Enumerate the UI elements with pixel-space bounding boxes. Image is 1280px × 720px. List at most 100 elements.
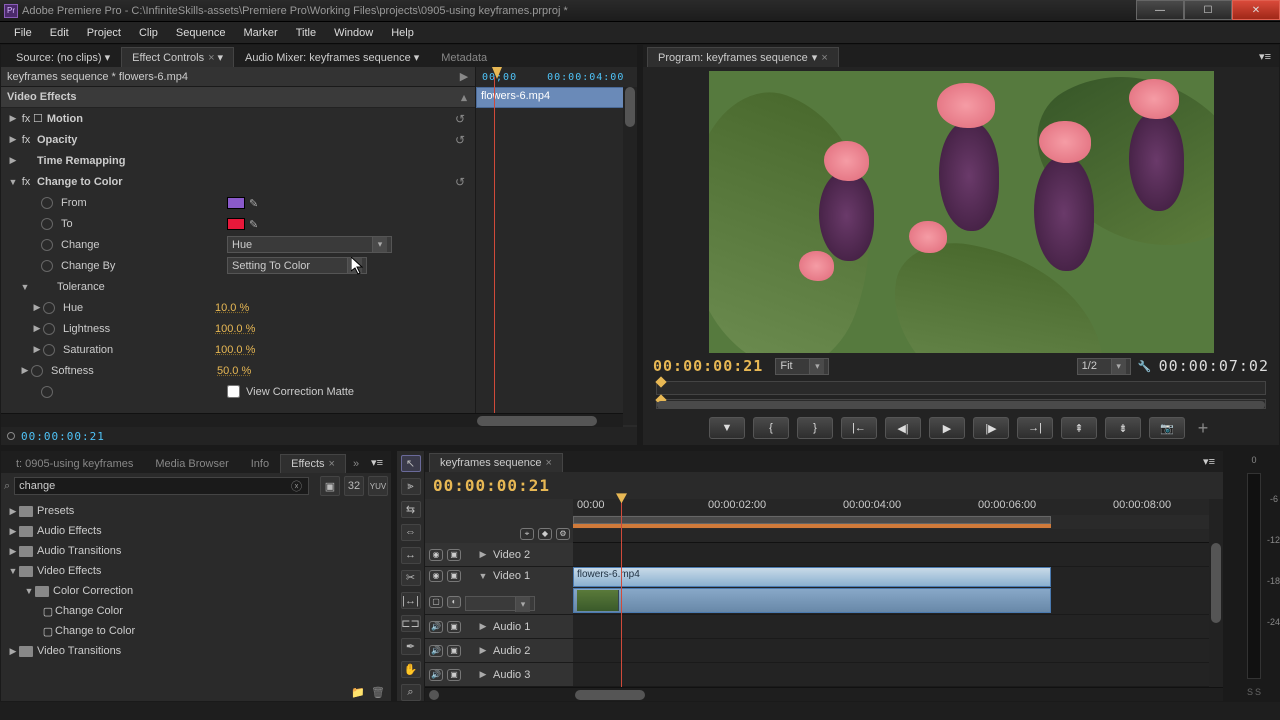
- timeline-scroll-h[interactable]: [425, 687, 1223, 701]
- fx-opacity[interactable]: ▶fxOpacity↺: [1, 129, 475, 150]
- hand-tool[interactable]: ✋: [401, 661, 421, 678]
- slide-tool[interactable]: ⊏⊐: [401, 615, 421, 632]
- clear-search-icon[interactable]: ⓧ: [291, 478, 302, 494]
- effect-change-color[interactable]: ▢Change Color: [1, 601, 391, 621]
- reset-icon[interactable]: ↺: [455, 175, 469, 189]
- timeline-tracks[interactable]: 00:00 00:00:02:00 00:00:04:00 00:00:06:0…: [573, 499, 1223, 687]
- maximize-button[interactable]: ☐: [1184, 0, 1232, 20]
- speaker-icon[interactable]: 🔊: [429, 645, 443, 657]
- speaker-icon[interactable]: 🔊: [429, 621, 443, 633]
- set-out-button[interactable]: }: [797, 417, 833, 439]
- wrench-icon[interactable]: 🔧: [1137, 360, 1153, 373]
- fx-badge-icon[interactable]: ▣: [320, 476, 340, 496]
- sync-icon[interactable]: [7, 432, 15, 440]
- tab-source[interactable]: Source: (no clips)▾: [5, 47, 121, 67]
- track-header-video1[interactable]: ◉▣▼Video 1 ▢◐: [425, 567, 573, 615]
- toggle-anim-icon[interactable]: [41, 239, 53, 251]
- panel-menu-icon[interactable]: ▾≡: [1255, 46, 1275, 67]
- yuv-icon[interactable]: YUV: [368, 476, 388, 496]
- toggle-anim-icon[interactable]: [31, 365, 43, 377]
- effects-search-input[interactable]: [14, 477, 309, 495]
- collapse-icon[interactable]: ▴: [459, 91, 469, 104]
- param-tolerance[interactable]: ▼Tolerance: [1, 276, 475, 297]
- tab-effect-controls[interactable]: Effect Controls×▾: [121, 47, 234, 67]
- menu-file[interactable]: File: [6, 25, 40, 41]
- toggle-anim-icon[interactable]: [41, 386, 53, 398]
- toggle-anim-icon[interactable]: [43, 344, 55, 356]
- tab-overflow-icon[interactable]: »: [346, 454, 366, 473]
- panel-menu-icon[interactable]: ▾≡: [1199, 451, 1219, 472]
- add-button-icon[interactable]: +: [1193, 418, 1213, 439]
- tab-info[interactable]: Info: [240, 454, 280, 473]
- export-frame-button[interactable]: 📷: [1149, 417, 1185, 439]
- program-ruler[interactable]: [656, 381, 1267, 395]
- marker-icon[interactable]: ◆: [538, 528, 552, 540]
- menu-edit[interactable]: Edit: [42, 25, 77, 41]
- rolling-tool[interactable]: ⇔: [401, 524, 421, 541]
- from-color-swatch[interactable]: [227, 197, 245, 209]
- toggle-anim-icon[interactable]: [43, 302, 55, 314]
- to-color-swatch[interactable]: [227, 218, 245, 230]
- tab-program[interactable]: Program: keyframes sequence▾×: [647, 47, 839, 67]
- timeline-playhead[interactable]: [621, 499, 622, 687]
- menu-marker[interactable]: Marker: [235, 25, 285, 41]
- lane-audio2[interactable]: [573, 639, 1223, 663]
- track-select-tool[interactable]: ⫸: [401, 478, 421, 495]
- set-in-button[interactable]: {: [753, 417, 789, 439]
- reset-icon[interactable]: ↺: [455, 133, 469, 147]
- program-tc-left[interactable]: 00:00:00:21: [653, 357, 763, 375]
- tab-audio-mixer[interactable]: Audio Mixer: keyframes sequence▾: [234, 47, 430, 67]
- menu-project[interactable]: Project: [79, 25, 129, 41]
- saturation-value[interactable]: 100.0 %: [215, 344, 255, 356]
- delete-icon[interactable]: 🗑: [371, 686, 385, 699]
- fx-motion[interactable]: ▶fx☐Motion↺: [1, 108, 475, 129]
- lane-audio1[interactable]: [573, 615, 1223, 639]
- slip-tool[interactable]: |↔|: [401, 592, 421, 609]
- pen-tool[interactable]: ✒: [401, 638, 421, 655]
- minimize-button[interactable]: —: [1136, 0, 1184, 20]
- 32bit-icon[interactable]: 32: [344, 476, 364, 496]
- razor-tool[interactable]: ✂: [401, 570, 421, 587]
- tab-sequence[interactable]: keyframes sequence×: [429, 453, 563, 472]
- solo-buttons[interactable]: SS: [1247, 687, 1261, 697]
- effect-controls-timeline[interactable]: 00;00 00:00:04:00 flowers-6.mp4: [476, 67, 637, 425]
- toggle-anim-icon[interactable]: [41, 197, 53, 209]
- rate-stretch-tool[interactable]: ↔: [401, 547, 421, 564]
- speaker-icon[interactable]: 🔊: [429, 669, 443, 681]
- video-effects-folder[interactable]: ▼Video Effects: [1, 561, 391, 581]
- ec-clip-bar[interactable]: flowers-6.mp4: [476, 87, 637, 108]
- toggle-anim-icon[interactable]: [41, 218, 53, 230]
- track-header-audio3[interactable]: 🔊▣▶Audio 3: [425, 663, 573, 687]
- audio-effects-folder[interactable]: ▶Audio Effects: [1, 521, 391, 541]
- eyedropper-icon[interactable]: ✎: [249, 218, 261, 230]
- eye-icon[interactable]: ◉: [429, 549, 443, 561]
- video-transitions-folder[interactable]: ▶Video Transitions: [1, 641, 391, 661]
- zoom-dropdown[interactable]: 1/2: [1077, 358, 1131, 375]
- settings-icon[interactable]: ⚙: [556, 528, 570, 540]
- audio-transitions-folder[interactable]: ▶Audio Transitions: [1, 541, 391, 561]
- panel-menu-icon[interactable]: ▾≡: [367, 452, 387, 473]
- toggle-anim-icon[interactable]: [43, 323, 55, 335]
- zoom-tool[interactable]: ⌕: [401, 684, 421, 701]
- view-matte-checkbox[interactable]: [227, 385, 240, 398]
- eyedropper-icon[interactable]: ✎: [249, 197, 261, 209]
- play-button[interactable]: ▶: [929, 417, 965, 439]
- lane-video2[interactable]: [573, 543, 1223, 567]
- timeline-ruler[interactable]: 00:00 00:00:02:00 00:00:04:00 00:00:06:0…: [573, 499, 1223, 515]
- track-header-video2[interactable]: ◉▣▶Video 2: [425, 543, 573, 567]
- menu-title[interactable]: Title: [288, 25, 324, 41]
- track-header-audio2[interactable]: 🔊▣▶Audio 2: [425, 639, 573, 663]
- fx-change-to-color[interactable]: ▼fxChange to Color↺: [1, 171, 475, 192]
- reset-icon[interactable]: ↺: [455, 112, 469, 126]
- menu-sequence[interactable]: Sequence: [168, 25, 234, 41]
- menu-help[interactable]: Help: [383, 25, 422, 41]
- change-dropdown[interactable]: Hue: [227, 236, 392, 253]
- program-scroll[interactable]: [656, 399, 1267, 409]
- selection-tool[interactable]: ↖: [401, 455, 421, 472]
- close-button[interactable]: ✕: [1232, 0, 1280, 20]
- program-preview[interactable]: [709, 71, 1214, 353]
- hue-value[interactable]: 10.0 %: [215, 302, 249, 314]
- lane-audio3[interactable]: [573, 663, 1223, 687]
- lift-button[interactable]: ⇞: [1061, 417, 1097, 439]
- ripple-tool[interactable]: ⇆: [401, 501, 421, 518]
